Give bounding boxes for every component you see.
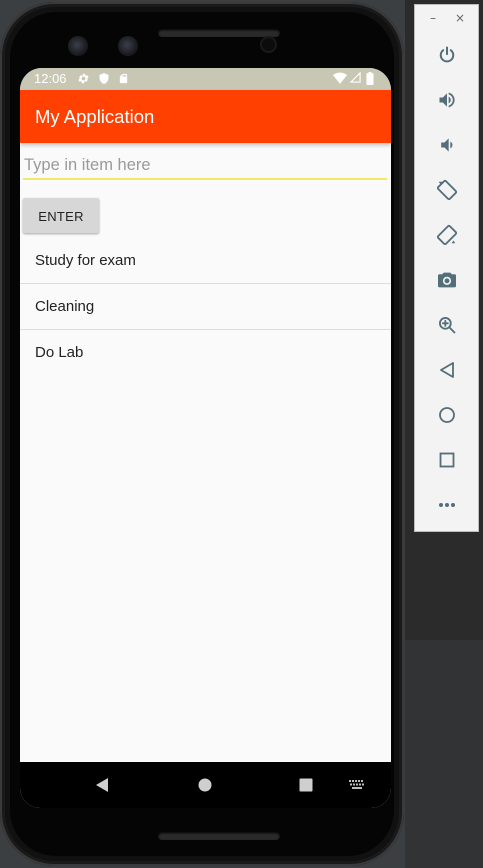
rotate-left-icon[interactable] [435,178,459,202]
volume-down-icon[interactable] [435,133,459,157]
app-toolbar: My Application [20,90,391,143]
earpiece-speaker [158,29,280,37]
sd-card-icon [118,72,132,86]
nav-back-icon[interactable] [82,762,122,808]
list-item[interactable]: Cleaning [20,284,391,330]
overview-icon[interactable] [435,448,459,472]
nav-overview-icon[interactable] [286,762,326,808]
cell-signal-icon [349,71,364,86]
list-item[interactable]: Do Lab [20,330,391,376]
emulator-toolbar: – × [414,4,479,532]
todo-list: Study for exam Cleaning Do Lab [20,238,391,376]
battery-icon [366,72,380,86]
front-camera-secondary-icon [118,36,138,56]
list-item[interactable]: Study for exam [20,238,391,284]
device-screen: 12:06 My Application ENTER [20,68,391,808]
ide-background-panel [405,640,483,868]
keyboard-icon[interactable] [337,762,377,808]
item-input[interactable] [23,152,387,180]
minimize-button[interactable]: – [425,11,441,25]
proximity-sensor [262,38,275,51]
zoom-icon[interactable] [435,313,459,337]
camera-icon[interactable] [435,268,459,292]
back-icon[interactable] [435,358,459,382]
nav-home-icon[interactable] [185,762,225,808]
shield-icon [98,72,112,86]
power-icon[interactable] [435,43,459,67]
settings-gear-icon [77,72,91,86]
desktop-background: 12:06 My Application ENTER [0,0,483,868]
front-camera-icon [68,36,88,56]
more-icon[interactable] [435,493,459,517]
status-bar: 12:06 [20,68,391,90]
bottom-speaker [158,832,280,840]
app-title: My Application [35,106,155,127]
close-button[interactable]: × [452,11,468,25]
list-item-label: Study for exam [35,252,136,269]
list-item-label: Cleaning [35,298,95,315]
list-item-label: Do Lab [35,344,84,361]
rotate-right-icon[interactable] [435,223,459,247]
wifi-icon [333,72,347,86]
home-icon[interactable] [435,403,459,427]
volume-up-icon[interactable] [435,88,459,112]
system-nav-bar [20,762,391,808]
enter-button[interactable]: ENTER [23,198,99,233]
panel-title-bar: – × [415,11,480,27]
status-time: 12:06 [34,71,67,86]
